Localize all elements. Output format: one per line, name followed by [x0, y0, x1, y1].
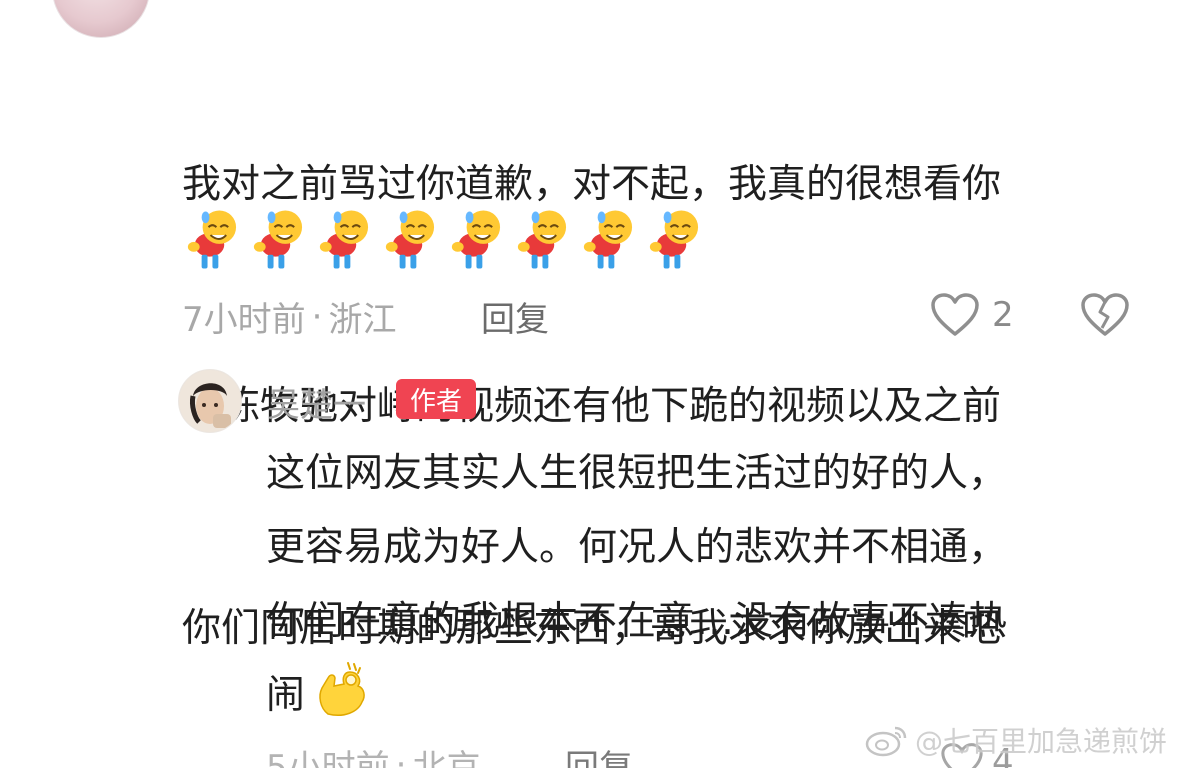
- comment-meta: 7小时前 · 浙江: [182, 292, 396, 341]
- bowing-person-emoji: [385, 210, 435, 269]
- comment-time: 7小时前: [182, 300, 306, 340]
- bowing-person-emoji: [451, 210, 501, 269]
- broken-heart-icon: [1081, 293, 1129, 336]
- heart-icon: [931, 293, 979, 336]
- reply-line: 这位网友其实人生很短把生活过的好的人，: [266, 451, 1008, 496]
- bowing-person-emoji: [583, 210, 633, 269]
- reply-location: 北京: [412, 748, 481, 768]
- bowing-person-emoji: [517, 210, 567, 269]
- watermark-text: @七百里加急递煎饼: [914, 725, 1167, 758]
- meta-separator: ·: [311, 296, 323, 337]
- bowing-person-emoji: [649, 210, 699, 269]
- bowing-person-emoji: [253, 210, 303, 269]
- dislike-button[interactable]: [1080, 292, 1130, 342]
- author-avatar[interactable]: [178, 369, 242, 433]
- reply-text: 这位网友其实人生很短把生活过的好的人， 更容易成为好人。何况人的悲欢并不相通， …: [266, 437, 1146, 733]
- author-portrait: [179, 370, 241, 432]
- watermark: @七百里加急递煎饼: [865, 720, 1167, 760]
- reply-button[interactable]: 回复: [481, 292, 549, 341]
- comment-emoji-row: [180, 205, 701, 275]
- comment-location: 浙江: [328, 300, 397, 340]
- author-name[interactable]: 吴楚一: [267, 378, 366, 426]
- reply-meta: 5小时前 · 北京: [266, 740, 480, 768]
- like-count: 2: [992, 295, 1014, 335]
- reply-line: 更容易成为好人。何况人的悲欢并不相通，: [266, 525, 1008, 570]
- reply-button-2[interactable]: 回复: [565, 740, 633, 768]
- bowing-person-emoji: [319, 210, 369, 269]
- like-button[interactable]: 2: [930, 292, 1014, 338]
- bowing-person-emoji: [187, 210, 237, 269]
- reply-line: 你们在意的我根本不在意…没有故事不凑热: [266, 599, 1008, 644]
- ok-hand-emoji: [319, 662, 365, 716]
- weibo-icon: [865, 726, 907, 757]
- commenter-avatar[interactable]: [52, 0, 150, 38]
- author-badge: 作者: [396, 379, 476, 419]
- meta-separator: ·: [395, 744, 407, 768]
- reply-time: 5小时前: [266, 748, 390, 768]
